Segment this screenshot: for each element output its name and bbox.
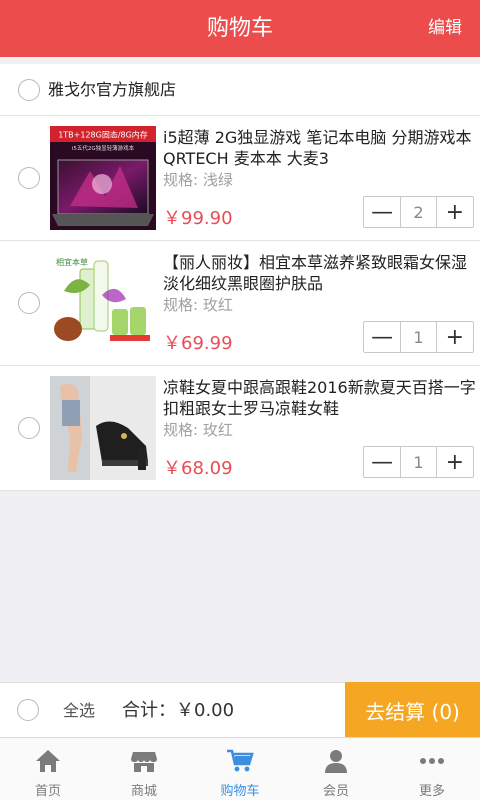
quantity-stepper: — 2 + — [363, 196, 474, 228]
store-name[interactable]: 雅戈尔官方旗舰店 — [48, 64, 176, 116]
bottom-tab-bar: 首页 商城 购物车 会员 更多 — [0, 737, 480, 800]
product-image[interactable]: 相宜本草 — [50, 251, 156, 355]
tab-home[interactable]: 首页 — [0, 738, 96, 800]
increase-button[interactable]: + — [437, 197, 473, 227]
product-image[interactable]: 1TB+128G固态/8G内存 i5五代2G独显轻薄游戏本 — [50, 126, 156, 230]
member-icon — [321, 747, 351, 775]
home-icon — [33, 747, 63, 775]
store-icon — [129, 747, 159, 775]
select-all-label[interactable]: 全选 — [63, 683, 95, 738]
cart-icon — [225, 747, 255, 775]
increase-button[interactable]: + — [437, 447, 473, 477]
cart-item: 凉鞋女夏中跟高跟鞋2016新款夏天百搭一字扣粗跟女士罗马凉鞋女鞋 规格: 玫红 … — [0, 366, 480, 491]
tab-member[interactable]: 会员 — [288, 738, 384, 800]
product-name[interactable]: 【丽人丽妆】相宜本草滋养紧致眼霜女保湿淡化细纹黑眼圈护肤品 — [163, 252, 479, 294]
more-icon — [417, 747, 447, 775]
total-amount: 合计：￥0.00 — [122, 700, 235, 721]
product-image[interactable] — [50, 376, 156, 480]
tab-label: 购物车 — [220, 784, 260, 799]
edit-button[interactable]: 编辑 — [428, 0, 462, 57]
tab-more[interactable]: 更多 — [384, 738, 480, 800]
top-bar: 购物车 编辑 — [0, 0, 480, 57]
thumb-brand-text: 相宜本草 — [56, 257, 88, 267]
product-spec: 规格: 玫红 — [163, 296, 233, 314]
cart-item: 相宜本草 【丽人丽妆】相宜本草滋养紧致眼霜女保湿淡化细纹黑眼圈护肤品 规格: 玫… — [0, 241, 480, 366]
item-select-radio[interactable] — [18, 292, 40, 314]
select-all-radio[interactable] — [17, 699, 39, 721]
cart-screen: 购物车 编辑 雅戈尔官方旗舰店 1TB+128G固态/8G内存 i5五代2G独显 — [0, 0, 480, 800]
checkout-bar: 全选 合计：￥0.00 去结算 (0) — [0, 682, 480, 738]
thumb-sub-text: i5五代2G独显轻薄游戏本 — [72, 144, 135, 152]
product-price: ￥99.90 — [163, 208, 233, 229]
decrease-button[interactable]: — — [364, 197, 400, 227]
cart-item: 1TB+128G固态/8G内存 i5五代2G独显轻薄游戏本 i5超薄 2G独显游… — [0, 116, 480, 241]
quantity-stepper: — 1 + — [363, 321, 474, 353]
product-spec: 规格: 浅绿 — [163, 171, 233, 189]
tab-label: 商城 — [130, 784, 157, 799]
product-spec: 规格: 玫红 — [163, 421, 233, 439]
tab-cart[interactable]: 购物车 — [192, 738, 288, 800]
increase-button[interactable]: + — [437, 322, 473, 352]
product-name[interactable]: 凉鞋女夏中跟高跟鞋2016新款夏天百搭一字扣粗跟女士罗马凉鞋女鞋 — [163, 377, 479, 419]
product-name[interactable]: i5超薄 2G独显游戏 笔记本电脑 分期游戏本 QRTECH 麦本本 大麦3 — [163, 127, 479, 169]
quantity-stepper: — 1 + — [363, 446, 474, 478]
thumb-banner-text: 1TB+128G固态/8G内存 — [58, 130, 148, 140]
product-price: ￥69.99 — [163, 333, 233, 354]
item-select-radio[interactable] — [18, 167, 40, 189]
quantity-value[interactable]: 1 — [400, 447, 437, 477]
quantity-value[interactable]: 1 — [400, 322, 437, 352]
quantity-value[interactable]: 2 — [400, 197, 437, 227]
store-select-radio[interactable] — [18, 79, 40, 101]
item-select-radio[interactable] — [18, 417, 40, 439]
store-row: 雅戈尔官方旗舰店 — [0, 64, 480, 116]
tab-label: 首页 — [34, 784, 61, 799]
page-title: 购物车 — [206, 16, 273, 41]
decrease-button[interactable]: — — [364, 447, 400, 477]
tab-label: 会员 — [322, 784, 349, 799]
tab-label: 更多 — [418, 784, 445, 799]
checkout-button[interactable]: 去结算 (0) — [345, 682, 480, 738]
product-price: ￥68.09 — [163, 458, 233, 479]
decrease-button[interactable]: — — [364, 322, 400, 352]
tab-mall[interactable]: 商城 — [96, 738, 192, 800]
